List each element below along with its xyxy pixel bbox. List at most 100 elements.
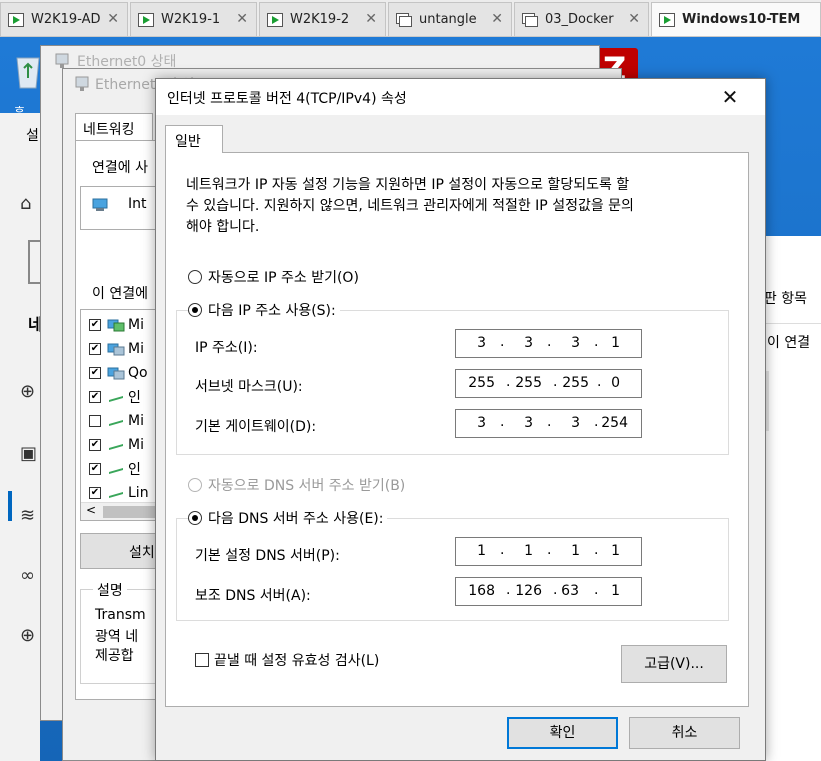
list-item[interactable]: ✔ 인 [89,388,141,406]
vm-running-icon [8,12,24,27]
ip-octet: 126 [515,583,542,599]
list-item-label: Mi [128,413,144,429]
checkbox[interactable]: ✔ [89,439,101,451]
list-item[interactable]: ✔ Mi [89,436,144,454]
ip-address-label: IP 주소(I): [195,340,258,356]
ip-manual-radio[interactable]: 다음 IP 주소 사용(S): [188,300,340,320]
close-icon[interactable]: ✕ [365,11,377,27]
list-item-label: Mi [128,341,144,357]
vm-tab-windows10-tem[interactable]: Windows10-TEM [651,2,821,36]
checkbox[interactable] [195,653,209,667]
checkbox[interactable]: ✔ [89,319,101,331]
close-icon[interactable]: ✕ [236,11,248,27]
dns-preferred-field[interactable]: 1. 1. 1. 1 [455,537,642,566]
ip-auto-radio[interactable]: 자동으로 IP 주소 받기(O) [188,267,359,287]
ip-octet: 255 [562,375,589,391]
intro-line: 해야 합니다. [186,219,260,235]
ip-octet: 3 [524,415,533,431]
dns-alternate-label: 보조 DNS 서버(A): [195,588,311,604]
network-adapter-icon [55,53,69,68]
close-icon[interactable]: ✕ [491,11,503,27]
vm-tab-label: W2K19-1 [161,12,221,27]
checkbox[interactable]: ✔ [89,367,101,379]
ip-octet: 0 [611,375,620,391]
checkbox[interactable] [89,415,101,427]
radio-button[interactable] [188,511,202,525]
tab-general[interactable]: 일반 [165,125,223,153]
list-item[interactable]: ✔ Lin [89,484,149,502]
vm-tab-strip: W2K19-AD ✕ W2K19-1 ✕ W2K19-2 ✕ untangle … [0,0,821,37]
ipv4-properties-dialog: 인터넷 프로토콜 버전 4(TCP/IPv4) 속성 ✕ 일반 네트워크가 IP… [155,78,766,761]
vm-running-icon [659,12,675,27]
ok-button[interactable]: 확인 [507,717,618,749]
list-item-label: Mi [128,317,144,333]
list-item-label: Mi [128,437,144,453]
network-card-icon [92,198,108,211]
gateway-field[interactable]: 3. 3. 3. 254 [455,409,642,438]
checkbox-label: 끝낼 때 설정 유효성 검사(L) [214,653,380,669]
description-title: 설명 [93,580,127,600]
description-line: 제공합 [95,648,134,664]
vm-tab-w2k19-2[interactable]: W2K19-2 ✕ [259,2,386,36]
selection-indicator [8,491,12,521]
close-icon[interactable]: ✕ [628,11,640,27]
list-item-label: Qo [128,365,148,381]
list-item[interactable]: ✔ Mi [89,316,144,334]
recycle-bin-icon[interactable] [13,52,43,90]
ip-octet: 3 [524,335,533,351]
protocol-icon [109,420,123,426]
vm-tab-label: W2K19-2 [290,12,350,27]
ip-octet: 3 [571,415,580,431]
list-item[interactable]: ✔ Qo [89,364,148,382]
validate-on-exit-checkbox[interactable]: 끝낼 때 설정 유효성 검사(L) [195,650,379,670]
ip-octet: 1 [524,543,533,559]
vm-tab-label: untangle [419,12,477,27]
ip-address-field[interactable]: 3. 3. 3. 1 [455,329,642,358]
network-adapter-icon [75,76,89,91]
dns-alternate-field[interactable]: 168. 126. 63. 1 [455,577,642,606]
vm-tab-w2k19-ad[interactable]: W2K19-AD ✕ [0,2,128,36]
list-item[interactable]: Mi [89,412,144,430]
vm-tab-label: Windows10-TEM [682,12,801,27]
ip-octet: 1 [477,543,486,559]
components-label: 이 연결에 [92,286,148,302]
ip-octet: 1 [611,335,620,351]
radio-button[interactable] [188,303,202,317]
intro-line: 수 있습니다. 지원하지 않으면, 네트워크 관리자에게 적절한 IP 설정값을… [186,198,634,214]
list-item-label: 인 [128,462,141,478]
radio-button[interactable] [188,270,202,284]
ip-octet: 1 [611,583,620,599]
radio-label: 자동으로 DNS 서버 주소 받기(B) [208,478,406,494]
ip-octet: 1 [571,543,580,559]
vm-tab-label: W2K19-AD [31,12,101,27]
subnet-field[interactable]: 255. 255. 255. 0 [455,369,642,398]
checkbox[interactable]: ✔ [89,391,101,403]
list-item[interactable]: ✔ Mi [89,340,144,358]
close-icon[interactable]: ✕ [716,83,744,111]
checkbox[interactable]: ✔ [89,343,101,355]
vm-tab-w2k19-1[interactable]: W2K19-1 ✕ [130,2,257,36]
list-item[interactable]: ✔ 인 [89,460,141,478]
dns-manual-radio[interactable]: 다음 DNS 서버 주소 사용(E): [188,508,388,528]
checkbox[interactable]: ✔ [89,487,101,499]
connection-fragment[interactable]: 이 연결 [767,332,810,352]
vm-tab-untangle[interactable]: untangle ✕ [388,2,512,36]
dns-preferred-label: 기본 설정 DNS 서버(P): [195,548,340,564]
client-icon [107,319,125,332]
cancel-button[interactable]: 취소 [629,717,740,749]
checkbox[interactable]: ✔ [89,463,101,475]
ip-octet: 168 [468,583,495,599]
vm-running-icon [138,12,154,27]
radio-button[interactable] [188,478,202,492]
intro-line: 네트워크가 IP 자동 설정 기능을 지원하면 IP 설정이 자동으로 할당되도… [186,177,630,193]
vm-tab-03-docker[interactable]: 03_Docker ✕ [514,2,649,36]
advanced-button[interactable]: 고급(V)... [621,645,727,683]
tab-networking[interactable]: 네트워킹 [75,113,153,141]
adapter-name: Int [128,196,147,212]
protocol-icon [109,492,123,498]
close-icon[interactable]: ✕ [107,11,119,27]
protocol-icon [109,396,123,402]
subnet-label: 서브넷 마스크(U): [195,379,303,395]
scroll-left-arrow-icon[interactable]: < [86,503,96,517]
dns-auto-radio[interactable]: 자동으로 DNS 서버 주소 받기(B) [188,475,405,495]
